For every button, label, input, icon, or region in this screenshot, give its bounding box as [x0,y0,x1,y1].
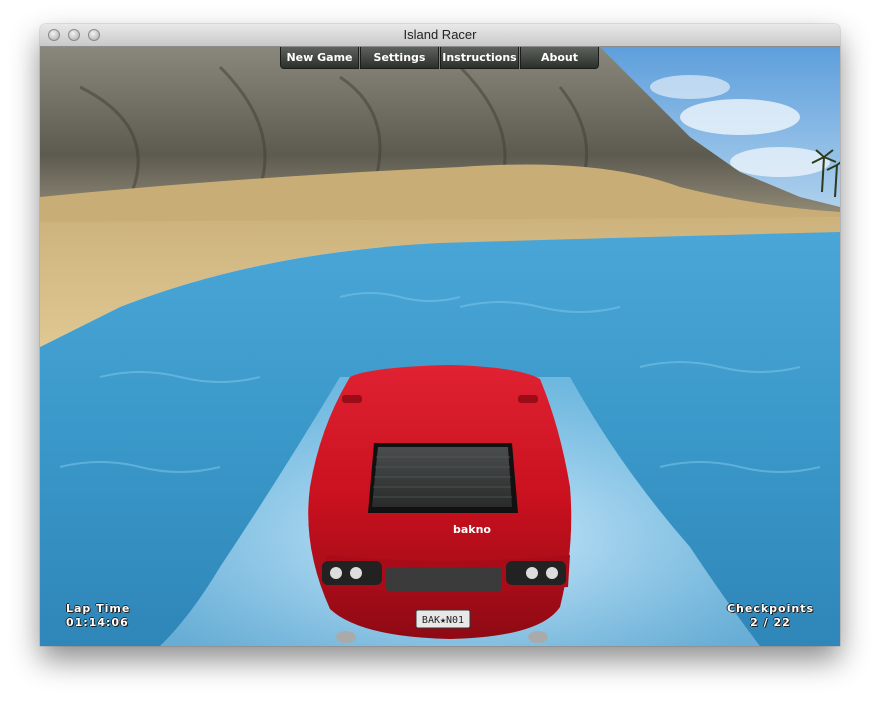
car-badge-text: bakno [453,523,491,536]
lap-time-panel: Lap Time 01:14:06 [66,602,130,630]
instructions-button[interactable]: Instructions [440,47,519,69]
license-plate-text: BAK★N01 [422,615,464,626]
checkpoints-value: 2 / 22 [750,616,791,629]
checkpoints-panel: Checkpoints 2 / 22 [727,602,814,630]
player-car: BAK★N01 bakno [308,365,572,643]
game-viewport[interactable]: BAK★N01 bakno New Game Settings Instruct… [40,47,840,646]
title-bar: Island Racer [40,24,840,47]
window-title: Island Racer [403,27,477,42]
game-window: Island Racer BAK★N01 bakno New Game Sett… [40,24,840,646]
new-game-button[interactable]: New Game [280,47,359,69]
checkpoints-label: Checkpoints [726,602,814,615]
game-scene: BAK★N01 bakno [40,47,840,646]
about-button[interactable]: About [520,47,599,69]
main-menu: New Game Settings Instructions About [280,47,599,71]
lap-time-label: Lap Time [66,602,131,615]
settings-button[interactable]: Settings [360,47,439,69]
lap-time-value: 01:14:06 [66,616,129,629]
